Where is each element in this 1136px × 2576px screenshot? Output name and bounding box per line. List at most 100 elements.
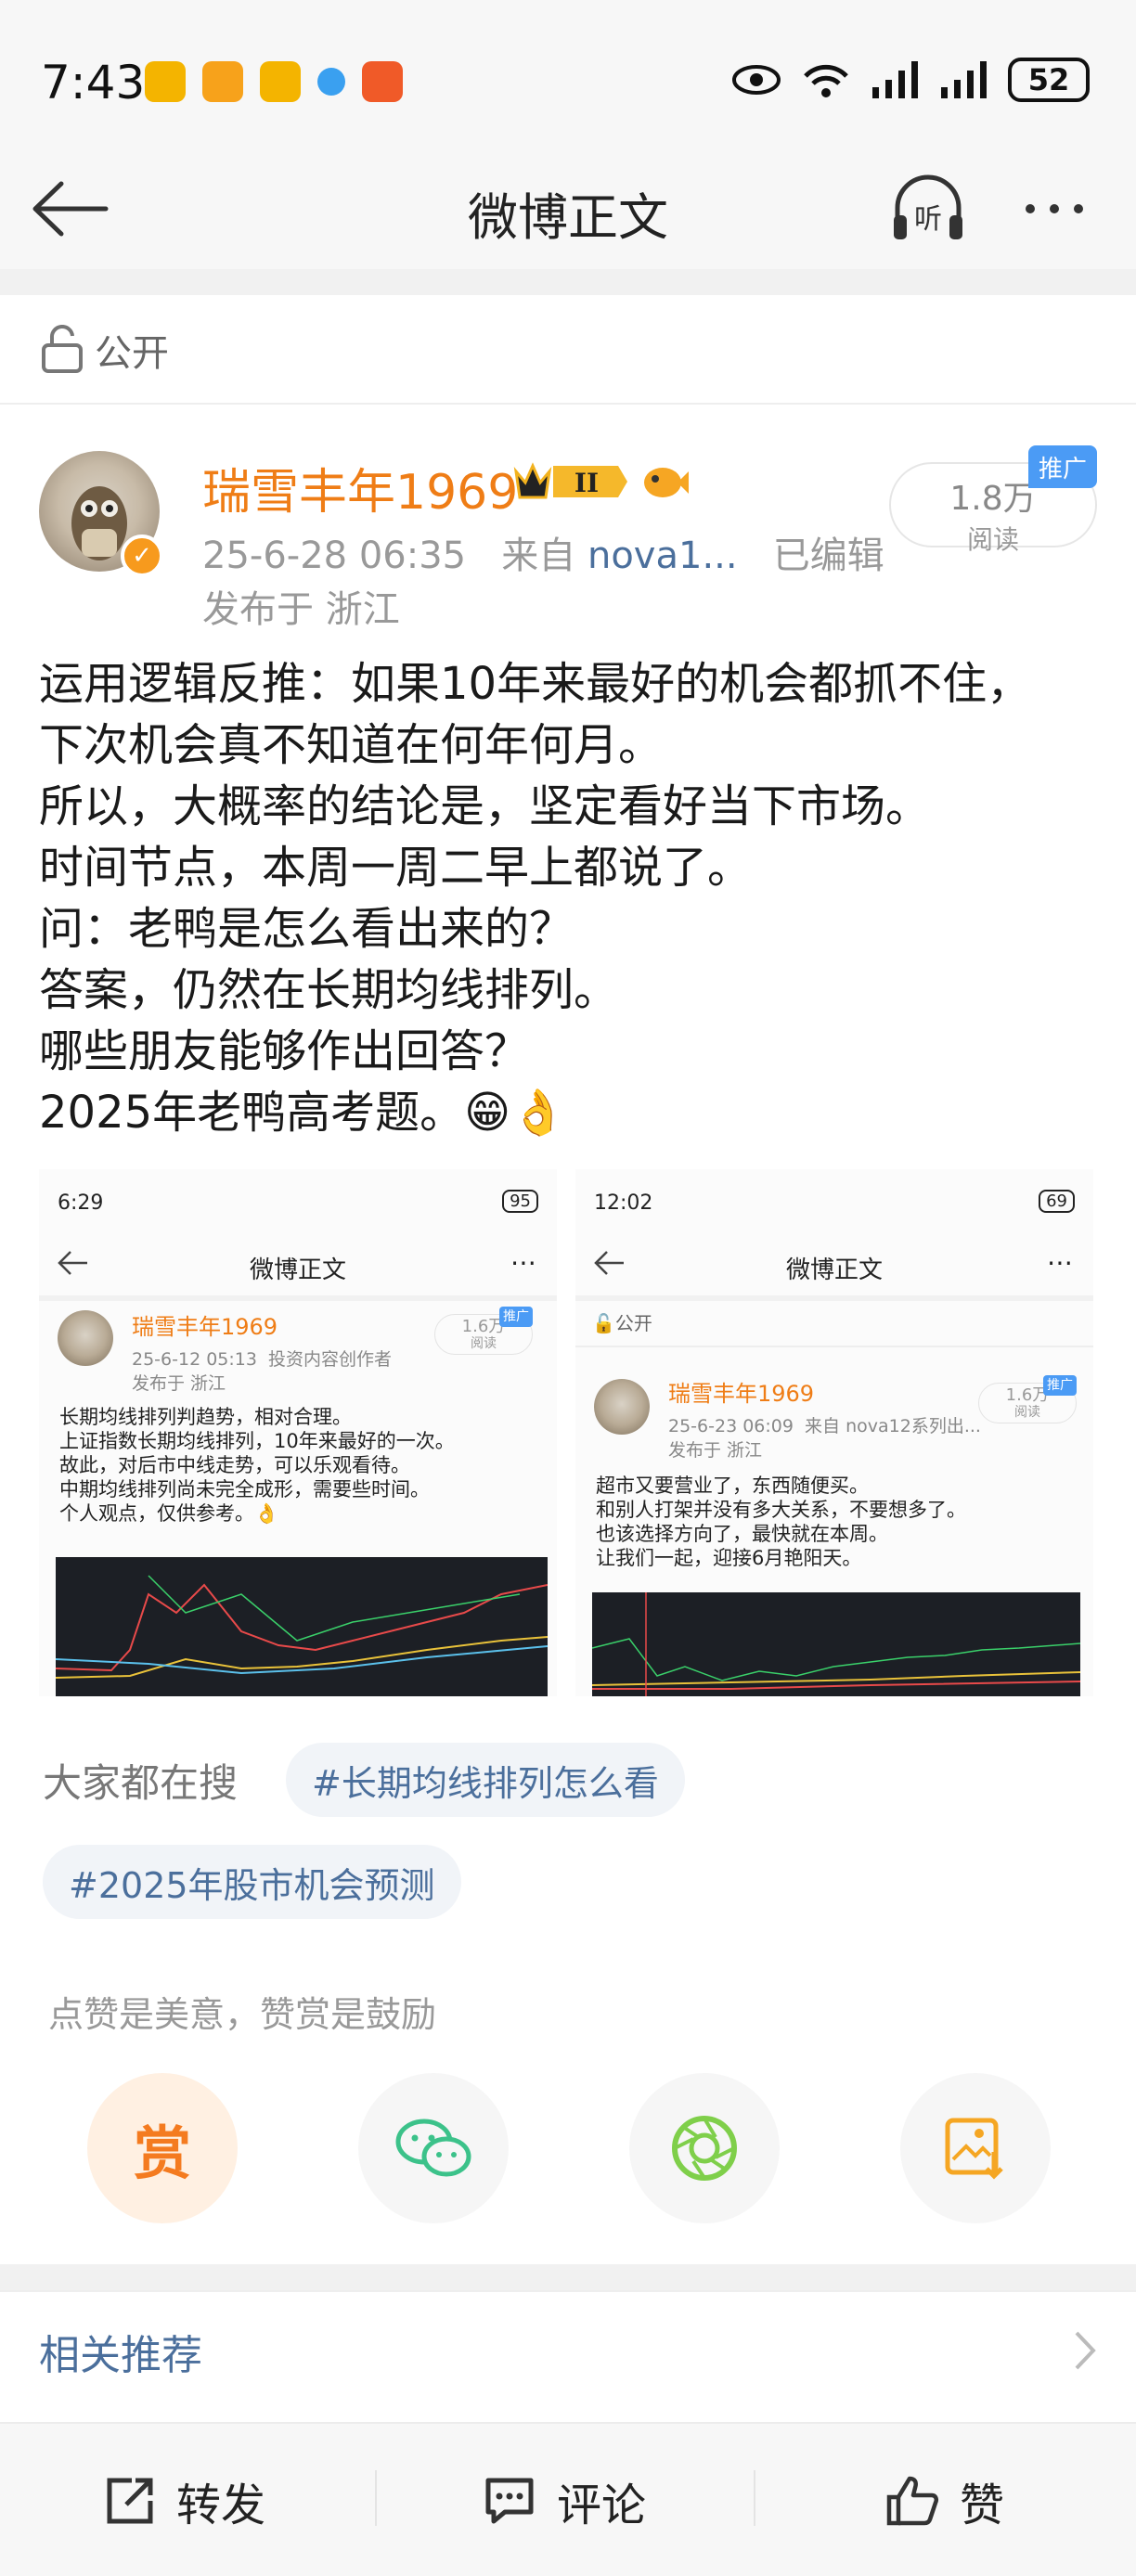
image-stock-chart	[591, 1592, 1081, 1696]
status-time: 7:43	[41, 56, 146, 109]
post-image-1[interactable]: 6:29 95 微博正文 ⋯ 瑞雪丰年1969 25-6-12 05:13 投资…	[39, 1169, 557, 1696]
system-icons: 52	[731, 58, 1090, 102]
image-nav-title: 微博正文	[249, 1256, 346, 1284]
visibility-label: 公开	[95, 332, 169, 375]
image-body-text: 长期均线排列判趋势，相对合理。 上证指数长期均线排列，10年来最好的一次。 故此…	[59, 1405, 455, 1526]
post-meta: 25-6-28 06:35 来自 nova1... 已编辑	[202, 525, 884, 579]
image-author-avatar	[594, 1379, 650, 1435]
top-nav-bar: 微博正文 听	[0, 148, 1136, 269]
image-stock-chart	[55, 1557, 549, 1696]
image-post-source: 来自 nova12系列出...	[805, 1416, 981, 1436]
like-button[interactable]: 赞	[885, 2424, 1004, 2576]
notification-icons	[145, 61, 403, 102]
status-bar: 7:43 52	[0, 0, 1136, 167]
image-body-line: 个人观点，仅供参考。👌	[59, 1502, 279, 1525]
repost-button[interactable]: 转发	[104, 2424, 265, 2576]
more-options-button[interactable]	[1026, 190, 1100, 227]
source-prefix: 来自	[501, 535, 576, 577]
vip-crown-badge-icon[interactable]: II	[512, 458, 631, 505]
reward-label: 赏	[133, 2119, 191, 2187]
edited-label[interactable]: 已编辑	[773, 535, 884, 577]
listen-headphone-icon[interactable]: 听	[886, 167, 970, 251]
hashtag-chip[interactable]: #2025年股市机会预测	[43, 1845, 461, 1919]
bar-separator	[375, 2470, 377, 2526]
promoted-tag: 推广	[1028, 445, 1097, 488]
vip-level-text: II	[574, 468, 599, 498]
trending-search-label: 大家都在搜	[43, 1760, 239, 1806]
image-divider	[575, 1346, 1093, 1347]
post-body-line: 运用逻辑反推：如果10年来最好的机会都抓不住，	[39, 658, 1032, 710]
image-status-time: 12:02	[594, 1191, 653, 1215]
post-body-line: 时间节点，本周一周二早上都说了。	[39, 842, 753, 894]
post-body-line: 答案，仍然在长期均线排列。	[39, 964, 619, 1016]
comment-label: 评论	[557, 2479, 647, 2531]
wifi-icon	[804, 64, 848, 97]
post-body-line: 问：老鸭是怎么看出来的？	[39, 903, 574, 955]
image-more-icon: ⋯	[510, 1247, 538, 1278]
image-promoted-tag: 推广	[1043, 1375, 1077, 1396]
section-divider	[0, 2264, 1136, 2290]
post-timestamp: 25-6-28 06:35	[202, 535, 467, 577]
read-unit: 阅读	[966, 524, 1019, 555]
stock-chart-graphic	[55, 1575, 549, 1679]
related-label: 相关推荐	[39, 2332, 202, 2379]
related-recommendations-row[interactable]: 相关推荐	[0, 2290, 1136, 2409]
repost-label: 转发	[176, 2479, 266, 2531]
moments-aperture-icon	[672, 2116, 737, 2181]
weibo-notification-icon-2	[260, 61, 301, 102]
reward-hint: 点赞是美意，赞赏是鼓励	[48, 1994, 437, 2035]
signal-icon-2	[941, 61, 987, 98]
weibo-notification-icon	[145, 61, 186, 102]
image-divider	[575, 1295, 1093, 1301]
stock-chart-graphic	[591, 1592, 1081, 1696]
save-image-button[interactable]	[900, 2073, 1051, 2223]
image-body-line: 超市又要营业了，东西随便买。	[596, 1475, 869, 1497]
image-author-avatar	[58, 1310, 113, 1366]
like-label: 赞	[960, 2479, 1005, 2531]
chevron-right-icon	[1075, 2331, 1096, 2370]
post-body-line: 所以，大概率的结论是，坚定看好当下市场。	[39, 780, 931, 832]
image-post-timestamp: 25-6-23 06:09	[668, 1416, 794, 1436]
wechat-icon	[395, 2119, 471, 2177]
share-wechat-button[interactable]	[358, 2073, 509, 2223]
image-post-timestamp: 25-6-12 05:13	[132, 1349, 257, 1370]
save-picture-icon	[945, 2118, 1003, 2180]
app-notification-icon	[202, 61, 243, 102]
image-body-text: 超市又要营业了，东西随便买。 和别人打架并没有多大关系，不要想多了。 也该选择方…	[596, 1474, 966, 1570]
image-visibility-label: 🔓公开	[592, 1312, 652, 1334]
image-post-source: 投资内容创作者	[268, 1349, 393, 1370]
image-post-location: 发布于 浙江	[668, 1440, 763, 1461]
image-author-name: 瑞雪丰年1969	[132, 1314, 278, 1340]
post-image-2[interactable]: 12:02 69 微博正文 ⋯ 🔓公开 瑞雪丰年1969 25-6-23 06:…	[575, 1169, 1093, 1696]
post-body: 运用逻辑反推：如果10年来最好的机会都抓不住， 下次机会真不知道在何年何月。 所…	[39, 653, 1106, 1143]
image-promoted-tag: 推广	[499, 1307, 533, 1327]
share-moments-button[interactable]	[629, 2073, 780, 2223]
fish-badge-icon	[644, 468, 689, 497]
hashtag-chip[interactable]: #长期均线排列怎么看	[286, 1743, 685, 1817]
verified-badge-icon: ✓	[121, 535, 163, 577]
comment-button[interactable]: 评论	[483, 2424, 646, 2576]
image-body-line: 上证指数长期均线排列，10年来最好的一次。	[59, 1430, 455, 1452]
image-body-line: 中期均线排列尚未完全成形，需要些时间。	[59, 1478, 430, 1501]
thumbs-up-icon	[886, 2476, 939, 2526]
image-body-line: 让我们一起，迎接6月艳阳天。	[596, 1547, 862, 1569]
image-author-name: 瑞雪丰年1969	[668, 1381, 815, 1407]
battery-indicator: 52	[1008, 58, 1090, 102]
signal-icon	[872, 61, 918, 98]
image-nav-title: 微博正文	[785, 1256, 883, 1284]
eye-icon	[732, 65, 781, 95]
reward-button[interactable]: 赏	[87, 2073, 238, 2223]
author-name[interactable]: 瑞雪丰年1969	[202, 453, 518, 522]
post-body-line: 哪些朋友能够作出回答？	[39, 1025, 530, 1077]
image-body-line: 也该选择方向了，最快就在本周。	[596, 1523, 888, 1545]
image-status-time: 6:29	[58, 1191, 104, 1215]
post-body-line: 下次机会真不知道在何年何月。	[39, 719, 664, 771]
image-body-line: 故此，对后市中线走势，可以乐观看待。	[59, 1454, 410, 1476]
repost-icon	[107, 2478, 153, 2524]
image-read-count-unit: 阅读	[1014, 1405, 1040, 1420]
svg-text:听: 听	[914, 203, 942, 236]
post-source[interactable]: nova1...	[587, 535, 738, 577]
bottom-action-bar: 转发 评论 赞	[0, 2422, 1136, 2576]
app-grid-notification-icon	[362, 61, 403, 102]
image-visibility-text: 公开	[614, 1312, 652, 1334]
